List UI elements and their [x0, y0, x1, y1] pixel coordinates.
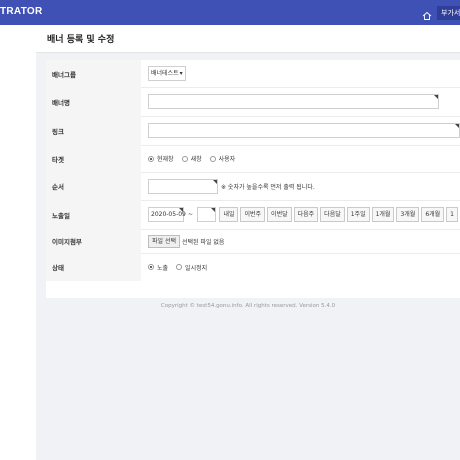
radio-unchecked-icon [209, 155, 216, 162]
footer-copyright: Copyright © test54.gonu.info. All rights… [160, 303, 336, 309]
home-icon[interactable] [422, 6, 432, 20]
quick-6-month-button[interactable]: 6개월 [421, 207, 445, 222]
main-content: 배너 등록 및 수정 배너그룹 배너테스트 ▾ 배너명 링크 타겟 현재창 새창… [36, 25, 460, 460]
quick-1-year-button[interactable]: 1 [446, 207, 458, 222]
banner-group-label: 배너그룹 [46, 60, 141, 87]
page-title-bar: 배너 등록 및 수정 [36, 25, 460, 53]
row-order: 순서 ※ 숫자가 높을수록 먼저 출력 됩니다. [46, 172, 460, 201]
sidebar [0, 25, 37, 460]
banner-group-selected: 배너테스트 [151, 70, 179, 77]
period-separator: ~ [188, 211, 194, 218]
link-label: 링크 [46, 116, 141, 145]
quick-3-month-button[interactable]: 3개월 [396, 207, 420, 222]
quick-this-month-button[interactable]: 이번달 [267, 207, 292, 222]
order-note: ※ 숫자가 높을수록 먼저 출력 됩니다. [221, 183, 315, 191]
row-banner-group: 배너그룹 배너테스트 ▾ [46, 60, 460, 88]
period-start-input[interactable]: 2020-05-09 [148, 207, 186, 222]
banner-name-input[interactable] [148, 94, 439, 109]
quick-this-week-button[interactable]: 이번주 [240, 207, 266, 222]
chevron-down-icon: ▾ [179, 70, 183, 77]
quick-tomorrow-button[interactable]: 내일 [219, 207, 239, 222]
quick-1-month-button[interactable]: 1개월 [371, 207, 395, 222]
row-banner-name: 배너명 [46, 87, 460, 117]
radio-checked-icon [148, 155, 154, 162]
status-label: 상태 [46, 253, 141, 281]
radio-checked-icon [148, 264, 154, 270]
file-select-button[interactable]: 파일 선택 [148, 234, 180, 248]
banner-group-select[interactable]: 배너테스트 ▾ [148, 66, 186, 81]
row-status: 상태 노출 일시정지 [46, 253, 460, 281]
file-status: 선택된 파일 없음 [182, 238, 225, 246]
target-label: 타겟 [46, 145, 141, 172]
row-target: 타겟 현재창 새창 사용자 [46, 145, 460, 173]
quick-1-week-button[interactable]: 1주일 [346, 207, 370, 222]
status-radio-visible[interactable]: 노출 [148, 263, 168, 272]
row-period: 노출일 2020-05-09 ~ 내일 이번주 이번달 다음주 다음달 1주일 … [46, 200, 460, 230]
order-label: 순서 [46, 172, 141, 200]
top-bar: TRATOR 부가서 [0, 0, 460, 25]
page-title: 배너 등록 및 수정 [47, 35, 115, 45]
quick-next-month-button[interactable]: 다음달 [320, 207, 345, 222]
image-label: 이미지첨부 [46, 229, 141, 253]
addon-button[interactable]: 부가서 [437, 6, 460, 20]
target-radio-new[interactable]: 새창 [181, 154, 202, 163]
status-radio-paused[interactable]: 일시정지 [176, 263, 207, 272]
row-link: 링크 [46, 116, 460, 146]
row-image: 이미지첨부 파일 선택 선택된 파일 없음 [46, 229, 460, 254]
banner-form: 배너그룹 배너테스트 ▾ 배너명 링크 타겟 현재창 새창 사용자 순서 ※ 숫… [46, 60, 460, 298]
period-label: 노출일 [46, 200, 141, 229]
link-input[interactable] [148, 123, 460, 138]
order-input[interactable] [148, 178, 218, 194]
target-radio-current[interactable]: 현재창 [148, 154, 174, 163]
radio-unchecked-icon [176, 264, 183, 270]
target-radio-custom[interactable]: 사용자 [209, 154, 235, 163]
brand-logo-text[interactable]: TRATOR [0, 6, 43, 17]
radio-unchecked-icon [181, 155, 188, 162]
period-end-input[interactable] [197, 207, 217, 222]
banner-name-label: 배너명 [46, 87, 141, 116]
quick-next-week-button[interactable]: 다음주 [293, 207, 319, 222]
